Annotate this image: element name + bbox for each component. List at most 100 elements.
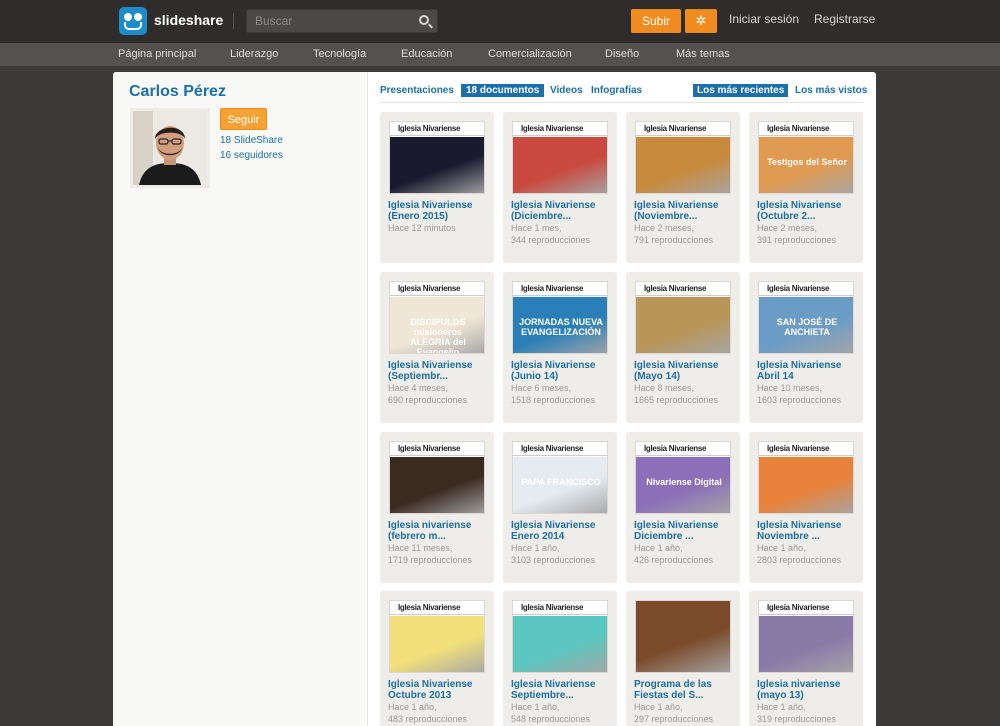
tab-infographics[interactable]: Infografías [591, 85, 642, 96]
document-thumbnail[interactable]: Iglesia Nivariense [512, 600, 608, 673]
nav-item-leadership[interactable]: Liderazgo [230, 48, 278, 60]
thumbnail-masthead: Iglesia Nivariense [759, 122, 853, 136]
thumbnail-artwork [636, 297, 730, 353]
document-title[interactable]: Iglesia Nivariense (Mayo 14) [634, 360, 734, 382]
sort-most-recent[interactable]: Los más recientes [693, 84, 789, 97]
nav-item-home[interactable]: Página principal [118, 48, 196, 60]
search-icon[interactable] [419, 15, 429, 25]
document-thumbnail[interactable]: Iglesia Nivariense [389, 441, 485, 514]
thumbnail-masthead-text: Iglesia Nivariense [398, 603, 461, 612]
document-thumbnail[interactable]: JORNADAS NUEVA EVANGELIZACIÓN Iglesia Niv… [512, 281, 608, 354]
tab-documents[interactable]: 18 documentos [461, 84, 545, 97]
document-title[interactable]: Iglesia Nivariense (Octubre 2... [757, 200, 857, 222]
nav-item-more[interactable]: Más temas [676, 48, 730, 60]
document-title[interactable]: Iglesia Nivariense Abril 14 [757, 360, 857, 382]
document-card[interactable]: Iglesia Nivariense Iglesia Nivariense (Di… [503, 112, 617, 263]
document-thumbnail[interactable]: Iglesia Nivariense [635, 281, 731, 354]
thumbnail-masthead: Iglesia Nivariense [759, 442, 853, 456]
thumbnail-text: Nivariense Digital [646, 477, 722, 487]
document-title[interactable]: Iglesia Nivariense Septiembre... [511, 679, 611, 701]
document-title[interactable]: Iglesia Nivariense (Junio 14) [511, 360, 611, 382]
nav-item-marketing[interactable]: Comercialización [488, 48, 572, 60]
document-card[interactable]: SAN JOSÉ DE ANCHIETA Iglesia Nivariense Ig… [749, 272, 863, 423]
slideshare-count-link[interactable]: 18 SlideShare [220, 135, 283, 146]
document-card[interactable]: Iglesia Nivariense Iglesia Nivariense Sep… [503, 591, 617, 726]
document-card[interactable]: Iglesia Nivariense Iglesia nivariense (ma… [749, 591, 863, 726]
search-input[interactable] [247, 10, 407, 32]
thumbnail-artwork: JORNADAS NUEVA EVANGELIZACIÓN [513, 297, 607, 353]
document-thumbnail[interactable]: Iglesia Nivariense [512, 121, 608, 194]
document-date: Hace 1 año, [388, 702, 437, 712]
document-card[interactable]: Iglesia Nivariense Iglesia Nivariense (No… [626, 112, 740, 263]
avatar-photo [133, 111, 207, 185]
nav-item-education[interactable]: Educación [401, 48, 452, 60]
document-thumbnail[interactable]: Iglesia Nivariense [758, 441, 854, 514]
thumbnail-masthead: Iglesia Nivariense [390, 282, 484, 296]
document-views: 344 reproducciones [511, 235, 591, 245]
document-title[interactable]: Iglesia Nivariense Diciembre ... [634, 520, 734, 542]
document-title[interactable]: Iglesia Nivariense (Diciembre... [511, 200, 611, 222]
thumbnail-text: JORNADAS NUEVA EVANGELIZACIÓN [519, 317, 603, 337]
tab-videos[interactable]: Videos [550, 85, 583, 96]
document-thumbnail[interactable]: Nivariense Digital Iglesia Nivariense [635, 441, 731, 514]
document-thumbnail[interactable]: DISCÍPULOS misioneros ALEGRÍA del Evange… [389, 281, 485, 354]
document-views: 391 reproducciones [757, 235, 837, 245]
document-title[interactable]: Iglesia nivariense (mayo 13) [757, 679, 857, 701]
thumbnail-artwork [636, 601, 730, 672]
document-card[interactable]: Programa de las Fiestas del S... Hace 1 a… [626, 591, 740, 726]
thumbnail-masthead: Iglesia Nivariense [759, 282, 853, 296]
sort-most-viewed[interactable]: Los más vistos [795, 85, 867, 96]
tab-presentations[interactable]: Presentaciones [380, 85, 454, 96]
document-card[interactable]: Testigos del Señor Iglesia Nivariense Igle… [749, 112, 863, 263]
profile-name[interactable]: Carlos Pérez [129, 83, 226, 101]
thumbnail-masthead-text: Iglesia Nivariense [521, 444, 584, 453]
nav-item-technology[interactable]: Tecnología [313, 48, 366, 60]
document-card[interactable]: Iglesia Nivariense Iglesia Nivariense (Ma… [626, 272, 740, 423]
upload-options-button[interactable]: ✲ [685, 9, 717, 33]
signup-link[interactable]: Registrarse [814, 12, 875, 26]
document-thumbnail[interactable]: Iglesia Nivariense [635, 121, 731, 194]
document-views: 3103 reproducciones [511, 555, 596, 565]
thumbnail-masthead-text: Iglesia Nivariense [644, 284, 707, 293]
tabs-divider [379, 102, 863, 103]
thumbnail-masthead-text: Iglesia Nivariense [398, 284, 461, 293]
document-title[interactable]: Iglesia Nivariense (Septiembr... [388, 360, 488, 382]
slideshare-logo-icon[interactable] [119, 7, 147, 35]
top-bar: slideshare Subir ✲ Iniciar sesión Regist… [0, 0, 1000, 43]
document-card[interactable]: Nivariense Digital Iglesia Nivariense Igle… [626, 432, 740, 583]
document-thumbnail[interactable] [635, 600, 731, 673]
document-thumbnail[interactable]: PAPA FRANCISCO Iglesia Nivariense [512, 441, 608, 514]
document-thumbnail[interactable]: Iglesia Nivariense [389, 121, 485, 194]
followers-count-link[interactable]: 16 seguidores [220, 150, 283, 161]
avatar[interactable] [130, 108, 210, 188]
sparkle-icon: ✲ [695, 13, 707, 28]
document-title[interactable]: Iglesia Nivariense Octubre 2013 [388, 679, 488, 701]
document-title[interactable]: Iglesia Nivariense (Noviembre... [634, 200, 734, 222]
document-card[interactable]: PAPA FRANCISCO Iglesia Nivariense Iglesia … [503, 432, 617, 583]
document-card[interactable]: Iglesia Nivariense Iglesia Nivariense Nov… [749, 432, 863, 583]
document-thumbnail[interactable]: Iglesia Nivariense [389, 600, 485, 673]
document-date: Hace 8 meses, [634, 383, 695, 393]
upload-button[interactable]: Subir [631, 9, 681, 33]
document-thumbnail[interactable]: Testigos del Señor Iglesia Nivariense [758, 121, 854, 194]
document-card[interactable]: Iglesia Nivariense Iglesia Nivariense Oct… [380, 591, 494, 726]
document-card[interactable]: Iglesia Nivariense Iglesia Nivariense (En… [380, 112, 494, 263]
document-thumbnail[interactable]: SAN JOSÉ DE ANCHIETA Iglesia Nivariense [758, 281, 854, 354]
document-thumbnail[interactable]: Iglesia Nivariense [758, 600, 854, 673]
login-link[interactable]: Iniciar sesión [729, 12, 799, 26]
document-title[interactable]: Programa de las Fiestas del S... [634, 679, 734, 701]
document-card[interactable]: DISCÍPULOS misioneros ALEGRÍA del Evange… [380, 272, 494, 423]
document-title[interactable]: Iglesia Nivariense Noviembre ... [757, 520, 857, 542]
document-card[interactable]: Iglesia Nivariense Iglesia nivariense (fe… [380, 432, 494, 583]
thumbnail-masthead: Iglesia Nivariense [513, 122, 607, 136]
thumbnail-artwork [390, 616, 484, 672]
brand-name[interactable]: slideshare [154, 12, 223, 28]
document-title[interactable]: Iglesia nivariense (febrero m... [388, 520, 488, 542]
document-card[interactable]: JORNADAS NUEVA EVANGELIZACIÓN Iglesia Niv… [503, 272, 617, 423]
document-title[interactable]: Iglesia Nivariense (Enero 2015) [388, 200, 488, 222]
follow-button[interactable]: Seguir [220, 108, 267, 130]
nav-item-design[interactable]: Diseño [605, 48, 639, 60]
document-date: Hace 11 meses, [388, 543, 453, 553]
document-title[interactable]: Iglesia Nivariense Enero 2014 [511, 520, 611, 542]
document-date: Hace 1 año, [511, 543, 560, 553]
